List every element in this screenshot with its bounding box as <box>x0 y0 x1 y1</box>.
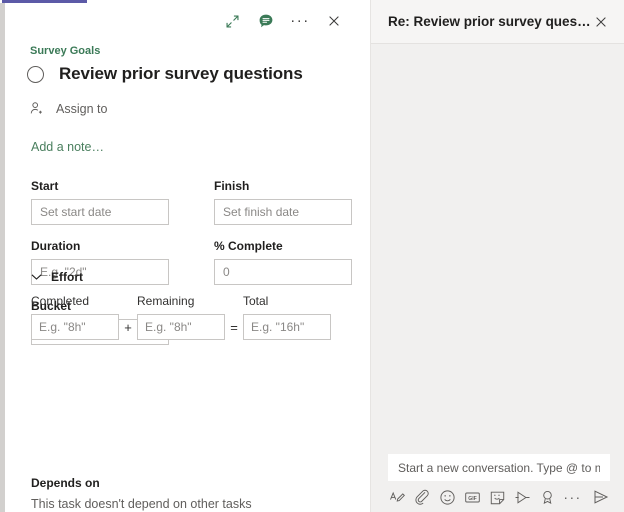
effort-section-title: Effort <box>51 270 83 284</box>
effort-section-toggle[interactable]: Effort <box>31 270 83 284</box>
composer-toolbar: GIF <box>385 486 613 508</box>
add-note-link[interactable]: Add a note… <box>31 140 104 154</box>
depends-on-section: Depends on This task doesn't depend on o… <box>31 476 252 511</box>
effort-labels-row: Completed Remaining Total <box>31 294 351 308</box>
percent-complete-label: % Complete <box>214 239 371 253</box>
more-options-icon[interactable]: ··· <box>287 8 313 34</box>
message-input[interactable] <box>396 460 602 476</box>
effort-fields: Completed Remaining Total + = <box>31 294 351 340</box>
task-pane-header: ··· <box>0 3 371 39</box>
chevron-down-icon <box>31 273 42 281</box>
message-input-box[interactable] <box>388 454 610 481</box>
conversation-title: Re: Review prior survey ques… <box>388 14 590 29</box>
effort-total-input[interactable] <box>243 314 331 340</box>
assign-to-button[interactable]: Assign to <box>29 101 107 116</box>
planner-task-detail-window: ··· Survey Goals Review prior survey que… <box>0 0 624 512</box>
task-detail-pane: ··· Survey Goals Review prior survey que… <box>0 0 371 512</box>
effort-total-label: Total <box>243 294 268 308</box>
chat-bubble-icon[interactable] <box>253 8 279 34</box>
dates-row: Start Finish <box>5 179 371 225</box>
effort-completed-input[interactable] <box>31 314 119 340</box>
praise-icon[interactable] <box>535 486 560 508</box>
effort-inputs-row: + = <box>31 314 351 340</box>
conversation-header: Re: Review prior survey ques… <box>371 0 624 44</box>
percent-complete-input[interactable] <box>214 259 352 285</box>
effort-completed-label: Completed <box>31 294 137 308</box>
effort-plus-operator: + <box>119 320 137 335</box>
start-field-group: Start <box>31 179 188 225</box>
conversation-message-list <box>371 44 624 450</box>
finish-field-group: Finish <box>214 179 371 225</box>
stream-video-icon[interactable] <box>510 486 535 508</box>
add-person-icon <box>29 101 44 116</box>
close-icon[interactable] <box>590 11 612 33</box>
message-composer: GIF <box>371 450 624 512</box>
finish-date-input[interactable] <box>214 199 352 225</box>
task-pane-body: Survey Goals Review prior survey questio… <box>5 39 371 512</box>
percent-complete-field-group: % Complete <box>214 239 371 285</box>
expand-icon[interactable] <box>219 8 245 34</box>
format-text-icon[interactable] <box>385 486 410 508</box>
duration-label: Duration <box>31 239 188 253</box>
task-bucket-link[interactable]: Survey Goals <box>30 45 100 57</box>
depends-on-text: This task doesn't depend on other tasks <box>31 497 252 511</box>
page-title[interactable]: Review prior survey questions <box>59 64 303 84</box>
more-options-label: ··· <box>563 493 581 501</box>
emoji-icon[interactable] <box>435 486 460 508</box>
effort-remaining-label: Remaining <box>137 294 243 308</box>
attach-file-icon[interactable] <box>410 486 435 508</box>
more-options-label: ··· <box>290 17 310 25</box>
finish-label: Finish <box>214 179 371 193</box>
sticker-icon[interactable] <box>485 486 510 508</box>
task-complete-checkbox[interactable] <box>27 66 44 83</box>
more-options-icon[interactable]: ··· <box>560 486 585 508</box>
start-label: Start <box>31 179 188 193</box>
close-icon[interactable] <box>321 8 347 34</box>
effort-equals-operator: = <box>225 320 243 335</box>
start-date-input[interactable] <box>31 199 169 225</box>
effort-remaining-input[interactable] <box>137 314 225 340</box>
gif-icon[interactable]: GIF <box>460 486 485 508</box>
assign-to-label: Assign to <box>56 102 107 116</box>
task-title-row: Review prior survey questions <box>27 64 303 84</box>
depends-on-title: Depends on <box>31 476 252 490</box>
conversation-pane: Re: Review prior survey ques… <box>371 0 624 512</box>
send-icon[interactable] <box>588 486 613 508</box>
svg-text:GIF: GIF <box>468 496 477 502</box>
